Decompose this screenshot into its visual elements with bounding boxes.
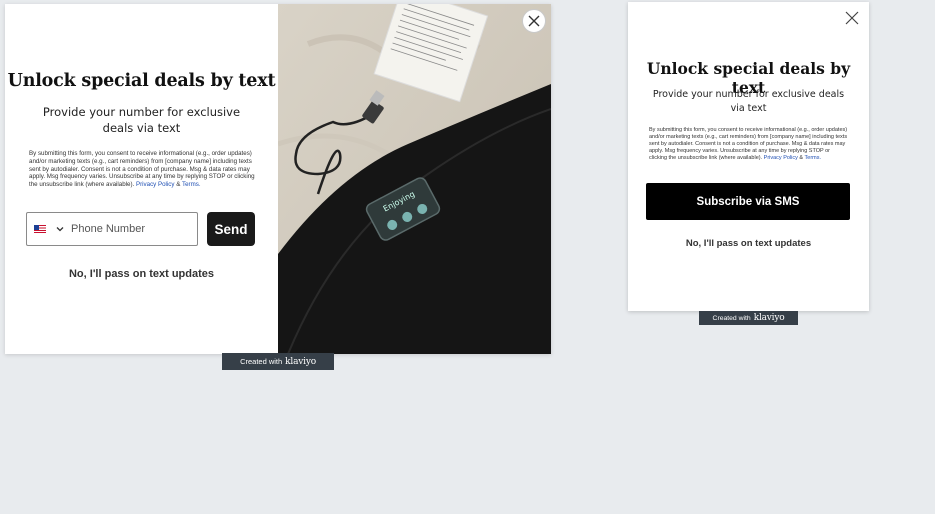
privacy-policy-link[interactable]: Privacy Policy xyxy=(136,181,175,188)
created-with-label: Created with xyxy=(712,314,751,322)
desktop-form-panel: Unlock special deals by text Provide you… xyxy=(5,4,278,354)
mobile-decline-link[interactable]: No, I'll pass on text updates xyxy=(628,238,869,249)
klaviyo-logo: klaviyo xyxy=(753,313,785,323)
product-image: Enjoying xyxy=(278,4,551,354)
desktop-legal-text: By submitting this form, you consent to … xyxy=(29,150,256,189)
us-flag-icon xyxy=(34,225,46,233)
send-button[interactable]: Send xyxy=(207,212,255,246)
mobile-subtitle: Provide your number for exclusive deals … xyxy=(652,89,845,114)
desktop-title: Unlock special deals by text xyxy=(7,71,276,91)
mobile-legal-text: By submitting this form, you consent to … xyxy=(649,127,849,162)
desktop-popup: Unlock special deals by text Provide you… xyxy=(5,4,551,354)
decline-link[interactable]: No, I'll pass on text updates xyxy=(5,268,278,280)
phone-input-field[interactable]: Phone Number xyxy=(26,212,198,246)
terms-link[interactable]: Terms. xyxy=(182,181,201,188)
headband-photo: Enjoying xyxy=(278,4,551,354)
klaviyo-logo: klaviyo xyxy=(285,356,316,367)
mobile-popup: Unlock special deals by text Provide you… xyxy=(628,2,869,311)
phone-form-row: Phone Number Send xyxy=(26,212,255,246)
legal-ampersand: & xyxy=(799,154,804,161)
privacy-policy-link[interactable]: Privacy Policy xyxy=(764,155,798,161)
country-select[interactable] xyxy=(27,213,71,245)
legal-ampersand: & xyxy=(176,181,181,189)
created-with-badge-mobile[interactable]: Created with klaviyo xyxy=(699,311,798,325)
terms-link[interactable]: Terms. xyxy=(805,155,822,161)
phone-placeholder: Phone Number xyxy=(71,223,145,235)
created-with-label: Created with xyxy=(240,357,283,366)
subscribe-sms-button[interactable]: Subscribe via SMS xyxy=(646,183,850,220)
close-button[interactable] xyxy=(522,9,546,33)
desktop-subtitle: Provide your number for exclusive deals … xyxy=(42,105,241,135)
created-with-badge-desktop[interactable]: Created with klaviyo xyxy=(222,353,334,370)
chevron-down-icon xyxy=(56,227,64,232)
close-icon xyxy=(528,15,540,27)
mobile-close-icon[interactable] xyxy=(845,11,859,25)
